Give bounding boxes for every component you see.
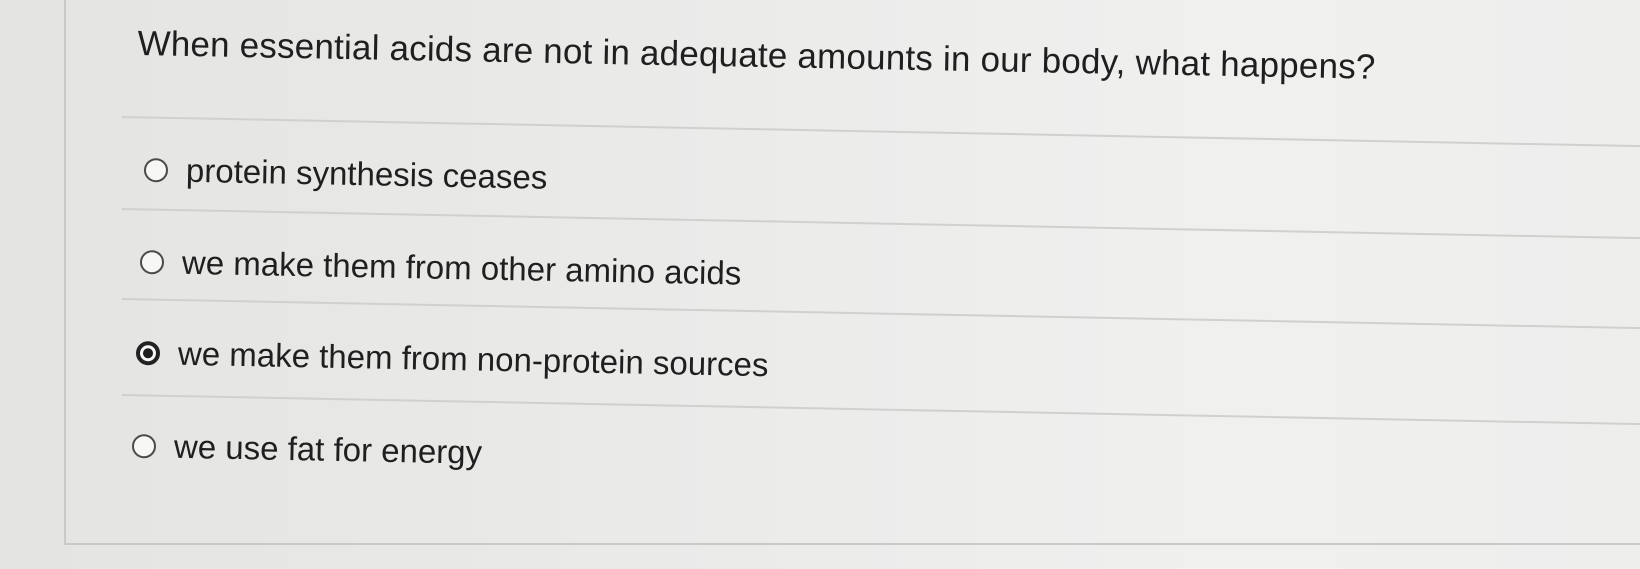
answer-label: we make them from non-protein sources [177, 334, 769, 384]
answer-label: we use fat for energy [173, 427, 483, 471]
radio-button[interactable] [143, 158, 169, 183]
radio-button-selected[interactable] [135, 341, 161, 366]
answer-option-1[interactable]: protein synthesis ceases [143, 148, 548, 200]
question-panel: When essential acids are not in adequate… [64, 0, 1640, 545]
answer-label: we make them from other amino acids [181, 243, 742, 292]
divider [121, 208, 1640, 240]
divider [121, 394, 1640, 426]
answer-option-3[interactable]: we make them from non-protein sources [135, 331, 769, 387]
question-text: When essential acids are not in adequate… [137, 23, 1376, 87]
radio-button[interactable] [131, 434, 157, 459]
divider [121, 298, 1640, 330]
answer-label: protein synthesis ceases [185, 151, 548, 196]
radio-button[interactable] [139, 250, 165, 275]
answer-option-2[interactable]: we make them from other amino acids [139, 240, 742, 296]
answer-option-4[interactable]: we use fat for energy [131, 424, 483, 475]
radio-selected-dot [142, 348, 154, 359]
divider [121, 116, 1640, 148]
